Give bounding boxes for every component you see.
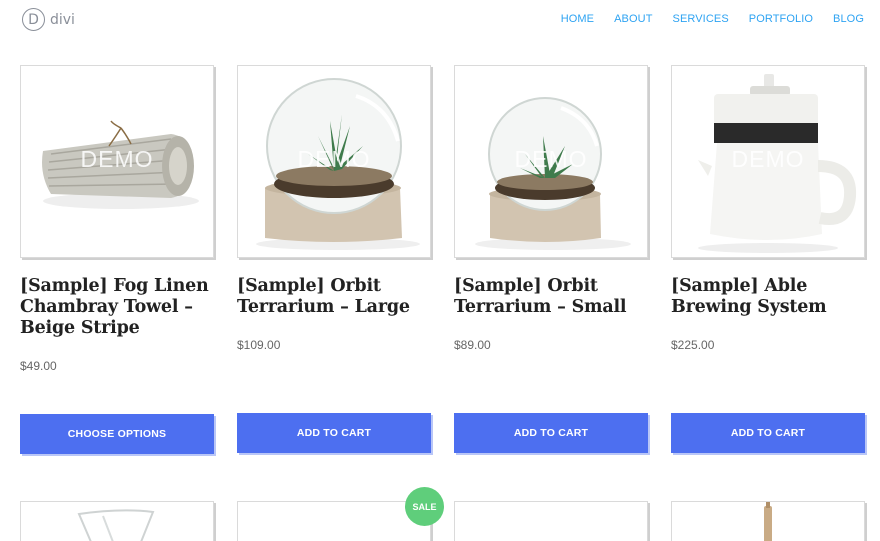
site-logo[interactable]: D divi: [22, 8, 75, 31]
product-image[interactable]: [20, 501, 214, 541]
product-price: $225.00: [671, 338, 715, 352]
nav-portfolio[interactable]: PORTFOLIO: [749, 13, 813, 25]
product-card: DEMO [Sample] Fog Linen Chambray Towel –…: [20, 65, 214, 454]
product-price: $89.00: [454, 338, 491, 352]
product-image[interactable]: DEMO: [671, 65, 865, 258]
product-image[interactable]: [671, 501, 865, 541]
add-to-cart-button[interactable]: ADD TO CART: [454, 413, 648, 453]
product-title[interactable]: [Sample] Fog Linen Chambray Towel – Beig…: [20, 276, 214, 339]
product-image[interactable]: DEMO: [454, 65, 648, 258]
demo-watermark: DEMO: [80, 146, 154, 172]
add-to-cart-button[interactable]: ADD TO CART: [237, 413, 431, 453]
nav-blog[interactable]: BLOG: [833, 13, 864, 25]
product-card: [20, 501, 214, 541]
main-nav: HOME ABOUT SERVICES PORTFOLIO BLOG: [541, 13, 864, 25]
logo-text: divi: [50, 11, 75, 28]
add-to-cart-button[interactable]: ADD TO CART: [671, 413, 865, 453]
product-card: DEMO [Sample] Able Brewing System $225.0…: [671, 65, 865, 453]
product-image[interactable]: [237, 501, 431, 541]
product-image[interactable]: [454, 501, 648, 541]
nav-about[interactable]: ABOUT: [614, 13, 652, 25]
product-price: $49.00: [20, 359, 57, 373]
product-card: DEMO [Sample] Orbit Terrarium – Small $8…: [454, 65, 648, 453]
product-card: [671, 501, 865, 541]
choose-options-button[interactable]: CHOOSE OPTIONS: [20, 414, 214, 454]
product-title[interactable]: [Sample] Orbit Terrarium – Large: [237, 276, 431, 318]
product-price: $109.00: [237, 338, 281, 352]
product-card: [237, 501, 431, 541]
demo-watermark: DEMO: [514, 146, 588, 172]
wooden-tool-image: [764, 502, 772, 541]
product-card: [454, 501, 648, 541]
sale-badge: SALE: [405, 487, 444, 526]
product-title[interactable]: [Sample] Able Brewing System: [671, 276, 865, 318]
product-image[interactable]: DEMO: [20, 65, 214, 258]
nav-home[interactable]: HOME: [561, 13, 594, 25]
logo-icon: D: [22, 8, 45, 31]
demo-watermark: DEMO: [297, 146, 371, 172]
site-header: D divi HOME ABOUT SERVICES PORTFOLIO BLO…: [0, 0, 880, 40]
product-card: DEMO [Sample] Orbit Terrarium – Large $1…: [237, 65, 431, 453]
demo-watermark: DEMO: [731, 146, 805, 172]
glass-carafe-image: [77, 509, 155, 541]
product-title[interactable]: [Sample] Orbit Terrarium – Small: [454, 276, 648, 318]
nav-services[interactable]: SERVICES: [673, 13, 729, 25]
product-image[interactable]: DEMO: [237, 65, 431, 258]
